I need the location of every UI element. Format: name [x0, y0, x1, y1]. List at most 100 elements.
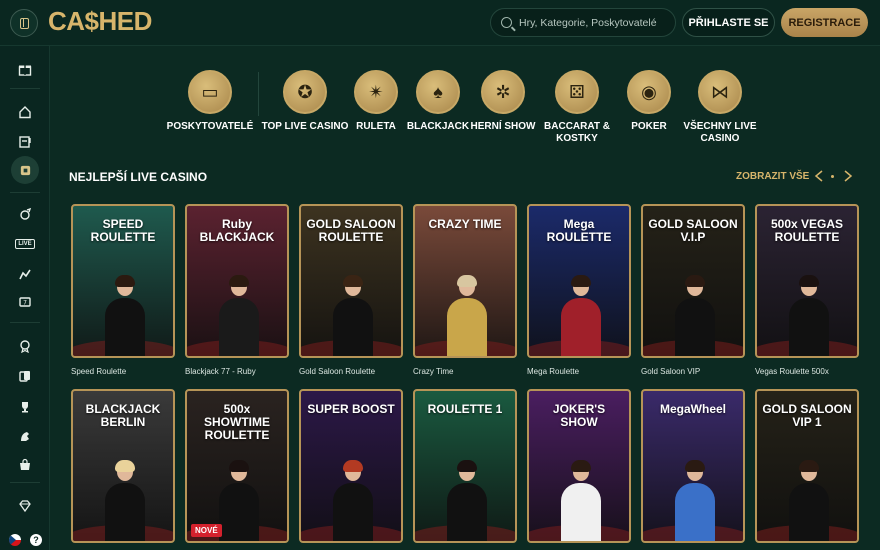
game-tile[interactable]: Mega ROULETTE	[527, 204, 631, 358]
chart-icon[interactable]	[15, 264, 35, 284]
dealer-graphic	[789, 275, 829, 356]
game-name[interactable]: Gold Saloon VIP	[641, 367, 700, 376]
game-show-icon: ✲	[481, 70, 525, 114]
all-live-icon: ⋈	[698, 70, 742, 114]
shop-icon[interactable]	[15, 455, 35, 475]
game-tile[interactable]: JOKER'S SHOW	[527, 389, 631, 543]
category-label: VŠECHNY LIVE CASINO	[683, 121, 757, 144]
category-label: POSKYTOVATELÉ	[166, 121, 254, 132]
dealer-graphic	[447, 460, 487, 541]
dealer-graphic	[105, 275, 145, 356]
gift-icon[interactable]	[15, 59, 35, 79]
live-casino-icon[interactable]	[11, 156, 39, 184]
category-divider	[258, 72, 259, 116]
game-logo: GOLD SALOON ROULETTE	[306, 217, 396, 244]
sidebar-divider	[10, 88, 40, 89]
category-providers[interactable]: ▭ POSKYTOVATELÉ	[165, 70, 255, 133]
slot-machine-icon[interactable]	[15, 131, 35, 151]
carousel-next-button[interactable]	[840, 169, 854, 183]
dealer-graphic	[561, 275, 601, 356]
dealer-graphic	[447, 275, 487, 356]
live-icon[interactable]: LIVE	[15, 234, 35, 254]
svg-text:7: 7	[23, 300, 27, 307]
search-input[interactable]	[519, 16, 669, 29]
game-logo: MegaWheel	[659, 402, 726, 416]
dealer-graphic	[675, 460, 715, 541]
game-tile[interactable]: Ruby BLACKJACK	[185, 204, 289, 358]
dealer-graphic	[105, 460, 145, 541]
game-logo: JOKER'S SHOW	[552, 402, 606, 429]
game-tile[interactable]: GOLD SALOON VIP 1	[755, 389, 859, 543]
sidebar: LIVE 7 ?	[0, 46, 50, 550]
crash-games-icon[interactable]	[15, 204, 35, 224]
game-logo: 500x VEGAS ROULETTE	[770, 217, 844, 244]
dealer-graphic	[219, 460, 259, 541]
dealer-graphic	[333, 275, 373, 356]
horse-icon[interactable]	[15, 426, 35, 446]
category-all-live[interactable]: ⋈ VŠECHNY LIVE CASINO	[675, 70, 765, 145]
cards-icon[interactable]	[15, 366, 35, 386]
game-logo: BLACKJACK BERLIN	[85, 402, 161, 429]
top-live-icon: ✪	[283, 70, 327, 114]
game-tile[interactable]: GOLD SALOON ROULETTE	[299, 204, 403, 358]
poker-chip-icon: ◉	[627, 70, 671, 114]
game-tile[interactable]: CRAZY TIME	[413, 204, 517, 358]
game-name[interactable]: Crazy Time	[413, 367, 453, 376]
game-tile[interactable]: ROULETTE 1	[413, 389, 517, 543]
game-logo: Ruby BLACKJACK	[199, 217, 275, 244]
game-name[interactable]: Blackjack 77 - Ruby	[185, 367, 256, 376]
game-logo: GOLD SALOON VIP 1	[762, 402, 852, 429]
show-all-link[interactable]: ZOBRAZIT VŠE	[736, 171, 809, 182]
game-logo: ROULETTE 1	[427, 402, 503, 416]
sidebar-divider	[10, 482, 40, 483]
providers-icon: ▭	[188, 70, 232, 114]
game-logo: Mega ROULETTE	[546, 217, 612, 244]
top-header: CA$HED PŘIHLASTE SE REGISTRACE	[0, 0, 880, 46]
game-logo: SUPER BOOST	[307, 402, 395, 416]
home-icon[interactable]	[15, 102, 35, 122]
section-title: NEJLEPŠÍ LIVE CASINO	[69, 170, 208, 184]
game-tile[interactable]: GOLD SALOON V.I.P	[641, 204, 745, 358]
logo[interactable]: CA$HED	[48, 6, 152, 37]
dealer-graphic	[219, 275, 259, 356]
login-button[interactable]: PŘIHLASTE SE	[682, 8, 775, 37]
game-name[interactable]: Speed Roulette	[71, 367, 126, 376]
search-icon	[501, 17, 512, 28]
trophy-icon[interactable]	[15, 397, 35, 417]
game-logo: GOLD SALOON V.I.P	[648, 217, 738, 244]
search-box[interactable]	[490, 8, 676, 37]
sidebar-divider	[10, 192, 40, 193]
game-tile[interactable]: BLACKJACK BERLIN	[71, 389, 175, 543]
game-tile[interactable]: SUPER BOOST	[299, 389, 403, 543]
help-button[interactable]: ?	[30, 534, 42, 546]
game-name[interactable]: Gold Saloon Roulette	[299, 367, 375, 376]
sidebar-divider	[10, 322, 40, 323]
dealer-graphic	[333, 460, 373, 541]
chevron-right-icon	[844, 170, 853, 182]
carousel-prev-button[interactable]	[813, 169, 827, 183]
chevron-left-icon	[814, 170, 823, 182]
game-logo: CRAZY TIME	[428, 217, 502, 231]
game-logo: SPEED ROULETTE	[90, 217, 156, 244]
game-tile[interactable]: 500x VEGAS ROULETTE	[755, 204, 859, 358]
dice-icon: ⚄	[555, 70, 599, 114]
game-tile[interactable]: SPEED ROULETTE	[71, 204, 175, 358]
menu-toggle-button[interactable]	[10, 9, 38, 37]
game-name[interactable]: Mega Roulette	[527, 367, 579, 376]
language-flag-icon[interactable]	[9, 534, 21, 546]
jackpot-icon[interactable]: 7	[15, 292, 35, 312]
dealer-graphic	[561, 460, 601, 541]
game-tile[interactable]: MegaWheel	[641, 389, 745, 543]
register-button[interactable]: REGISTRACE	[781, 8, 868, 37]
roulette-icon: ✴	[354, 70, 398, 114]
blackjack-icon: ♠	[416, 70, 460, 114]
game-name[interactable]: Vegas Roulette 500x	[755, 367, 829, 376]
diamond-icon[interactable]	[15, 496, 35, 516]
new-badge: NOVÉ	[191, 524, 222, 537]
game-tile[interactable]: 500x SHOWTIME ROULETTE NOVÉ	[185, 389, 289, 543]
dealer-graphic	[675, 275, 715, 356]
carousel-indicator	[831, 175, 834, 178]
menu-icon	[19, 17, 29, 29]
award-icon[interactable]	[15, 336, 35, 356]
game-logo: 500x SHOWTIME ROULETTE	[204, 402, 270, 442]
